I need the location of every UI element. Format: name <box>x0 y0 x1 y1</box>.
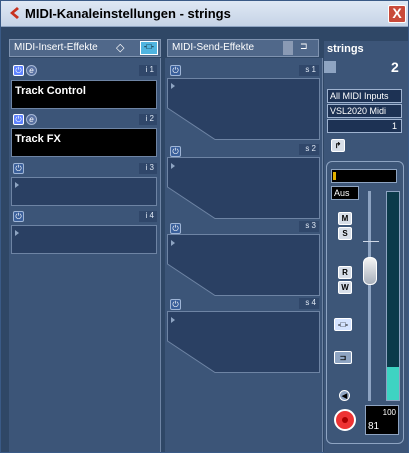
expand-triangle-icon <box>171 317 175 323</box>
close-button[interactable]: X <box>388 5 406 23</box>
insert-effects-title: MIDI-Insert-Effekte <box>14 42 98 53</box>
send-effects-title: MIDI-Send-Effekte <box>172 42 255 53</box>
channel-menu-button[interactable] <box>324 61 336 73</box>
bypass-diamond-icon[interactable]: ◇ <box>116 41 124 54</box>
window-title: MIDI-Kanaleinstellungen - strings <box>25 6 231 21</box>
volume-fader-track[interactable] <box>368 191 371 401</box>
write-automation-button[interactable]: W <box>338 281 352 294</box>
read-automation-button[interactable]: R <box>338 266 352 279</box>
send-route-icon[interactable]: ⊐ <box>300 41 308 52</box>
insert-bypass-toggle[interactable]: -□- <box>140 41 158 55</box>
send-bypass-button[interactable]: ⊐ <box>334 351 352 364</box>
insert-slot-2[interactable]: Track FX <box>11 128 157 157</box>
power-icon[interactable]: ⏻ <box>13 211 24 222</box>
send-slot-number: s 2 <box>291 144 319 155</box>
insert-slot-label: Track FX <box>15 133 61 145</box>
volume-max: 100 <box>382 408 396 417</box>
insert-slot-number: i 4 <box>131 211 157 222</box>
insert-slot-number: i 3 <box>131 163 157 174</box>
midi-output-select[interactable]: VSL2020 Midi <box>327 104 402 118</box>
midi-channel-value: 1 <box>391 121 397 131</box>
unity-mark <box>363 241 379 242</box>
expand-triangle-icon <box>171 83 175 89</box>
midi-channel-select[interactable]: 1 <box>327 119 402 133</box>
insert-slot-3[interactable] <box>11 177 157 206</box>
power-icon[interactable]: ⏻ <box>13 65 24 76</box>
power-icon[interactable]: ⏻ <box>13 163 24 174</box>
edit-instrument-button[interactable]: ↱ <box>331 139 345 152</box>
power-icon[interactable]: ⏻ <box>170 146 181 157</box>
midi-channel-window: MIDI-Kanaleinstellungen - strings X MIDI… <box>0 0 409 453</box>
send-slot-3[interactable] <box>167 234 320 296</box>
insert-slot-4[interactable] <box>11 225 157 254</box>
insert-bypass-button[interactable]: -□- <box>334 318 352 331</box>
peak-indicator <box>333 172 336 180</box>
power-icon[interactable]: ⏻ <box>170 223 181 234</box>
power-icon[interactable]: ⏻ <box>13 114 24 125</box>
title-bar: MIDI-Kanaleinstellungen - strings X <box>1 1 408 27</box>
mute-button[interactable]: M <box>338 212 352 225</box>
insert-slot-label: Track Control <box>15 85 86 97</box>
volume-fader-knob[interactable] <box>363 257 377 285</box>
expand-triangle-icon <box>171 240 175 246</box>
send-slot-1[interactable] <box>167 78 320 140</box>
record-icon[interactable] <box>334 409 356 431</box>
midi-input-select[interactable]: All MIDI Inputs <box>327 89 402 103</box>
insert-slot-1[interactable]: Track Control <box>11 80 157 109</box>
send-slot-number: s 1 <box>291 65 319 76</box>
expand-triangle-icon <box>15 182 19 188</box>
level-meter-fill <box>387 367 399 400</box>
send-slot-4[interactable] <box>167 311 320 373</box>
send-slot-number: s 4 <box>291 298 319 309</box>
volume-value: 81 <box>368 421 380 432</box>
insert-slot-number: i 2 <box>131 114 157 125</box>
send-effects-header: MIDI-Send-Effekte ⊐ <box>167 39 319 57</box>
insert-effects-header: MIDI-Insert-Effekte ◇ -□- <box>9 39 161 57</box>
automation-mode-select[interactable]: Aus <box>331 186 359 200</box>
edit-icon[interactable]: e <box>26 65 37 76</box>
edit-icon[interactable]: e <box>26 114 37 125</box>
send-slot-number: s 3 <box>291 221 319 232</box>
volume-readout[interactable]: 100 81 <box>365 405 399 435</box>
expand-triangle-icon <box>15 230 19 236</box>
send-slot-2[interactable] <box>167 157 320 219</box>
channel-number: 2 <box>391 59 399 75</box>
monitor-button[interactable]: ◀ <box>339 390 350 401</box>
solo-button[interactable]: S <box>338 227 352 240</box>
peak-meter-bar <box>331 169 397 183</box>
insert-slot-number: i 1 <box>131 65 157 76</box>
power-icon[interactable]: ⏻ <box>170 299 181 310</box>
send-bypass-toggle[interactable] <box>283 41 293 55</box>
expand-triangle-icon <box>171 163 175 169</box>
midi-logo-icon <box>10 7 19 19</box>
channel-name: strings <box>324 41 408 57</box>
power-icon[interactable]: ⏻ <box>170 65 181 76</box>
